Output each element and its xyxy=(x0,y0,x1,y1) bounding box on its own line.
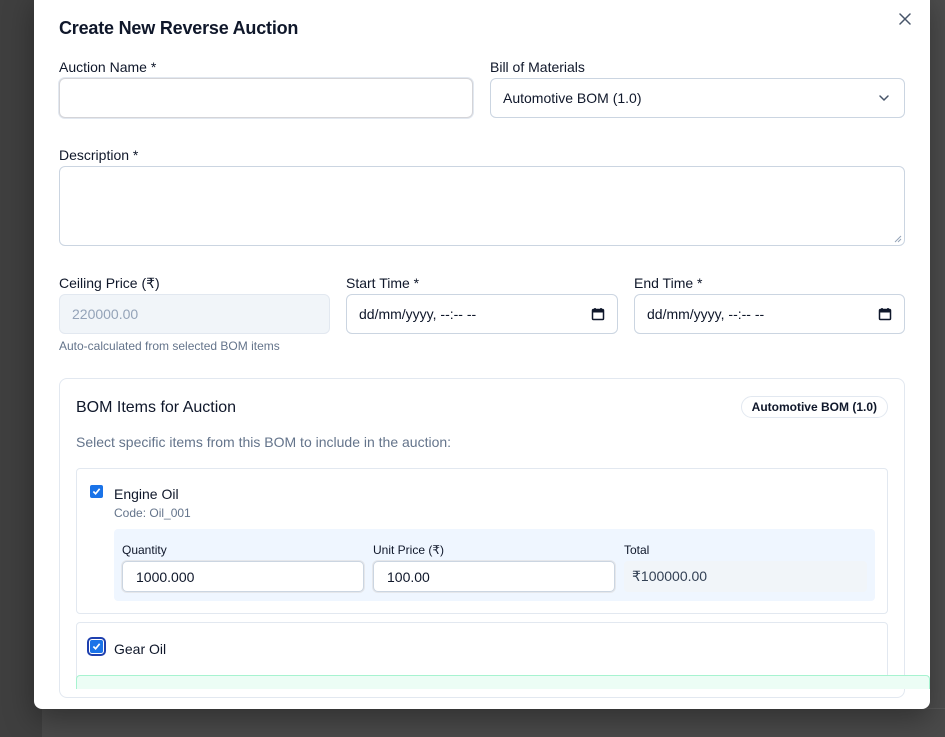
item-checkbox[interactable] xyxy=(90,485,103,498)
description-textarea[interactable] xyxy=(59,166,905,246)
checkmark-icon xyxy=(92,488,101,495)
calendar-icon[interactable] xyxy=(878,307,892,321)
checkmark-icon xyxy=(92,643,101,650)
bom-select[interactable]: Automotive BOM (1.0) xyxy=(490,78,905,118)
item-name: Engine Oil xyxy=(114,486,179,502)
start-time-input[interactable]: dd/mm/yyyy, --:-- -- xyxy=(346,294,618,334)
auction-name-input[interactable] xyxy=(59,78,473,118)
start-time-label: Start Time * xyxy=(346,275,420,291)
bom-items-card: BOM Items for Auction Automotive BOM (1.… xyxy=(59,378,905,698)
close-icon xyxy=(899,13,911,25)
background-footer xyxy=(42,708,945,737)
bom-label: Bill of Materials xyxy=(490,59,585,75)
item-fields: Quantity 1000.000 Unit Price (₹) 100.00 … xyxy=(114,529,875,601)
bom-items-title: BOM Items for Auction xyxy=(76,399,237,416)
bom-item-gear-oil: Gear Oil xyxy=(76,622,888,682)
quantity-input[interactable]: 1000.000 xyxy=(122,561,364,592)
summary-banner xyxy=(76,675,930,689)
chevron-down-icon xyxy=(879,95,889,102)
quantity-label: Quantity xyxy=(122,543,167,557)
item-name: Gear Oil xyxy=(114,641,167,657)
close-button[interactable] xyxy=(896,10,914,28)
unit-price-label: Unit Price (₹) xyxy=(373,543,444,557)
ceiling-price-hint: Auto-calculated from selected BOM items xyxy=(59,339,280,353)
description-label: Description * xyxy=(59,147,139,163)
calendar-icon[interactable] xyxy=(591,307,605,321)
create-auction-dialog: Create New Reverse Auction Auction Name … xyxy=(34,0,930,709)
item-checkbox[interactable] xyxy=(87,637,106,656)
end-time-input[interactable]: dd/mm/yyyy, --:-- -- xyxy=(634,294,905,334)
item-code: Code: Oil_001 xyxy=(114,506,191,520)
bom-item-engine-oil: Engine Oil Code: Oil_001 Quantity 1000.0… xyxy=(76,468,888,614)
total-label: Total xyxy=(624,543,650,557)
bom-badge: Automotive BOM (1.0) xyxy=(740,396,888,418)
start-time-value: dd/mm/yyyy, --:-- -- xyxy=(359,306,477,322)
ceiling-price-label: Ceiling Price (₹) xyxy=(59,275,160,291)
ceiling-price-input: 220000.00 xyxy=(59,294,330,334)
bom-select-value: Automotive BOM (1.0) xyxy=(503,90,642,106)
end-time-value: dd/mm/yyyy, --:-- -- xyxy=(647,306,765,322)
auction-name-label: Auction Name * xyxy=(59,59,157,75)
resize-handle-icon[interactable] xyxy=(894,235,902,243)
dialog-title: Create New Reverse Auction xyxy=(59,18,299,38)
bom-items-subtitle: Select specific items from this BOM to i… xyxy=(76,434,452,450)
end-time-label: End Time * xyxy=(634,275,703,291)
total-value: ₹100000.00 xyxy=(624,561,867,592)
unit-price-input[interactable]: 100.00 xyxy=(373,561,615,592)
